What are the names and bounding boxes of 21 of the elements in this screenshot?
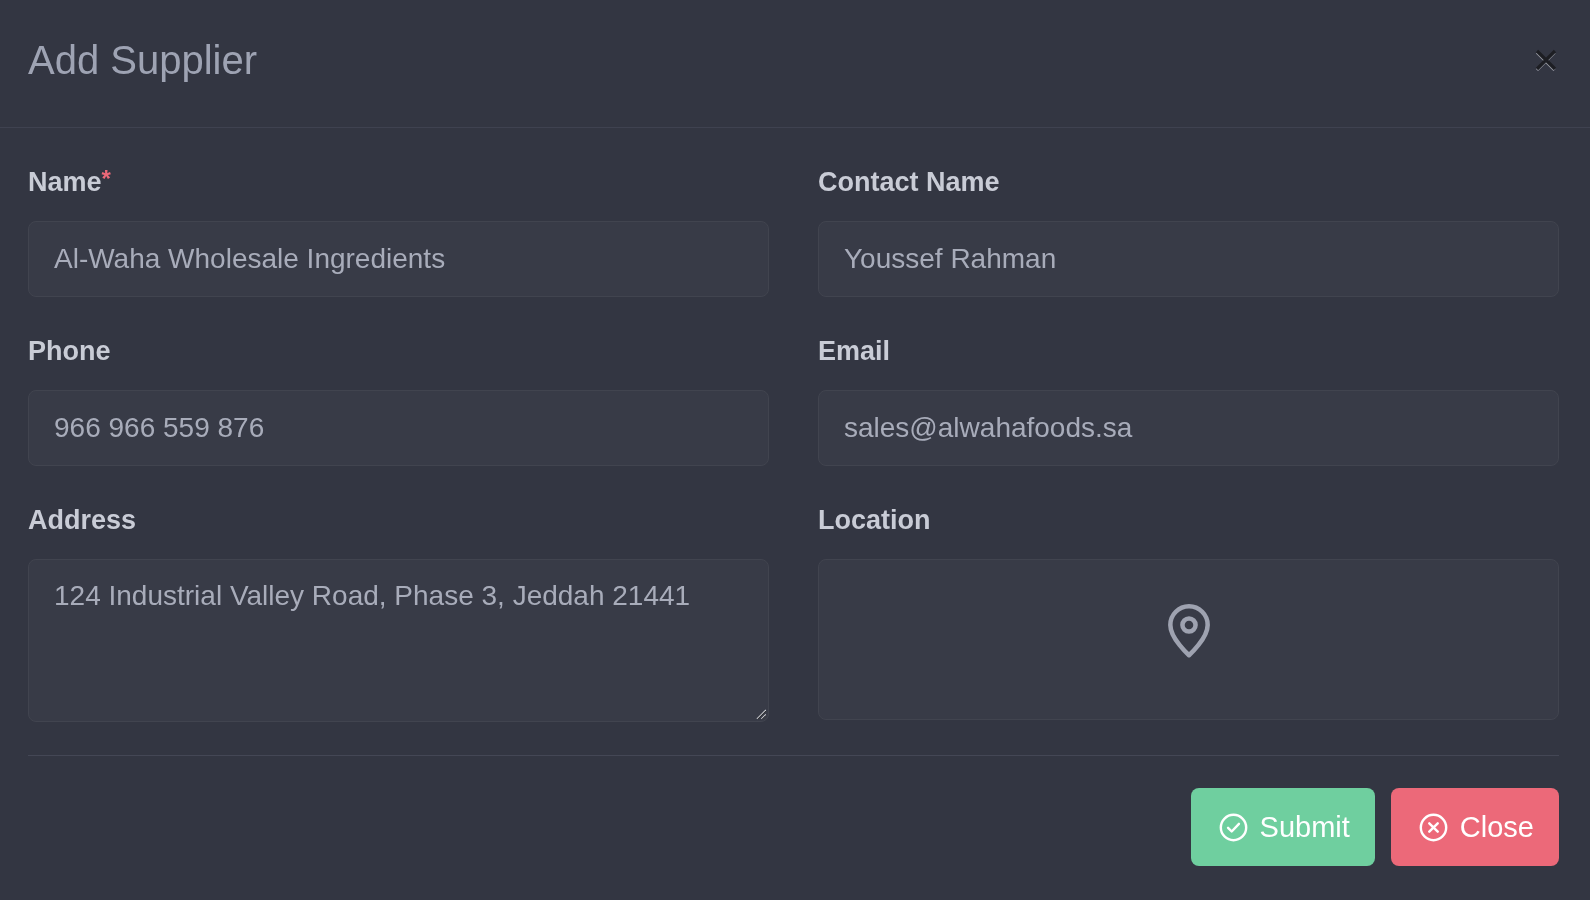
x-circle-icon (1418, 812, 1448, 842)
field-label: Location (818, 504, 931, 536)
close-icon (1535, 48, 1557, 71)
text-area-field[interactable]: 124 Industrial Valley Road, Phase 3, Jeddah 21441 (28, 559, 769, 722)
required-mark: * (101, 166, 111, 192)
close-button[interactable] (1535, 48, 1557, 71)
field-label: Phone (28, 335, 111, 367)
field-label: Address (28, 504, 137, 536)
dialog-title: Add Supplier (28, 36, 258, 84)
close-button[interactable]: Close (1390, 788, 1559, 866)
resize-grip-icon[interactable] (756, 709, 766, 719)
map-pin-icon (1165, 601, 1212, 658)
check-circle-icon (1218, 812, 1248, 842)
input-field[interactable]: Youssef Rahman (818, 221, 1559, 297)
field-label: Email (818, 335, 891, 367)
field-label: Name (28, 166, 102, 198)
field-label: Contact Name (818, 166, 1000, 198)
input-field[interactable]: 966 966 559 876 (28, 390, 769, 466)
input-field[interactable]: Al-Waha Wholesale Ingredients (28, 221, 769, 297)
location-field[interactable] (818, 559, 1559, 720)
input-field[interactable]: sales@alwahafoods.sa (818, 390, 1559, 466)
